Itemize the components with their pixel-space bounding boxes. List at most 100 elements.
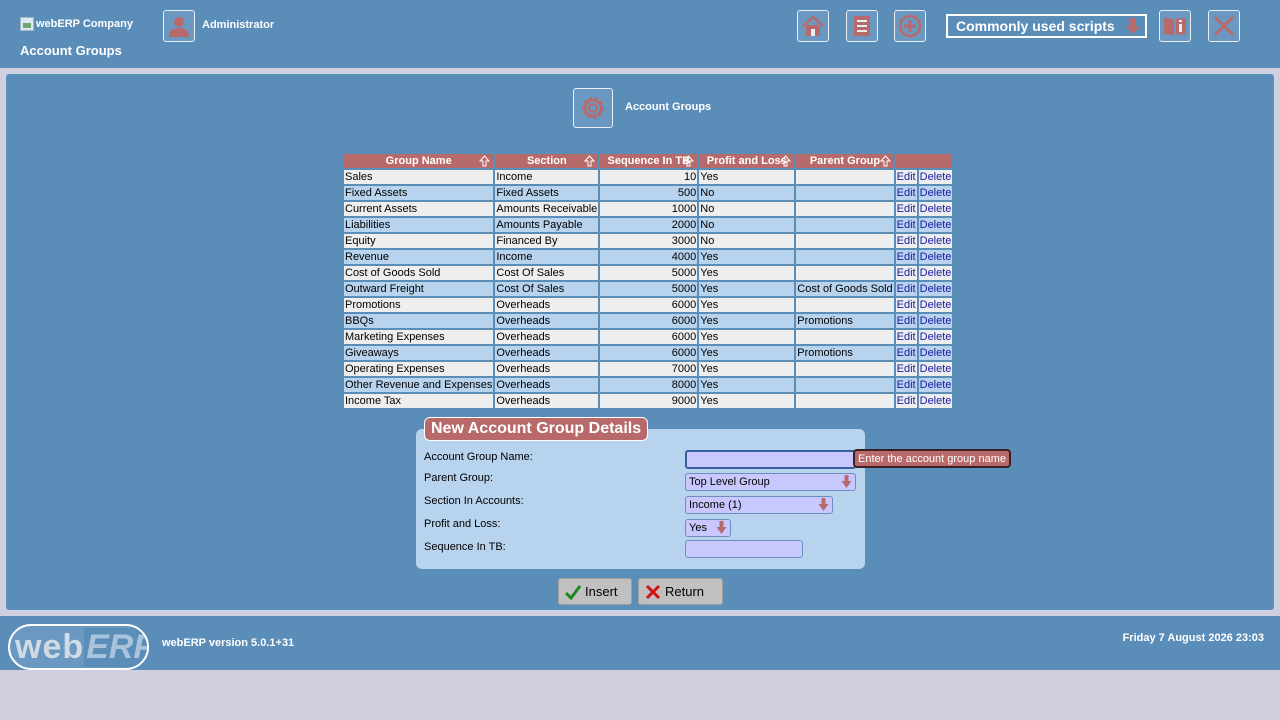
document-list-icon xyxy=(854,16,870,36)
edit-link[interactable]: Edit xyxy=(897,299,916,311)
cell-delete: Delete xyxy=(918,314,953,328)
delete-link[interactable]: Delete xyxy=(920,299,952,311)
cell-sequence: 6000 xyxy=(600,298,698,312)
column-header-profit-loss[interactable]: Profit and Loss xyxy=(699,154,795,168)
column-header-parent-group[interactable]: Parent Group xyxy=(796,154,894,168)
cell-edit: Edit xyxy=(895,234,917,248)
cell-section: Overheads xyxy=(495,346,599,360)
cell-parent-group xyxy=(796,250,894,264)
cell-parent-group xyxy=(796,378,894,392)
delete-link[interactable]: Delete xyxy=(920,379,952,391)
edit-link[interactable]: Edit xyxy=(897,331,916,343)
cell-delete: Delete xyxy=(918,234,953,248)
edit-link[interactable]: Edit xyxy=(897,379,916,391)
edit-link[interactable]: Edit xyxy=(897,315,916,327)
column-header-sequence[interactable]: Sequence In TB xyxy=(600,154,698,168)
delete-link[interactable]: Delete xyxy=(920,283,952,295)
account-groups-table: Group Name Section Sequence In TB Profit… xyxy=(342,152,954,410)
delete-link[interactable]: Delete xyxy=(920,251,952,263)
delete-link[interactable]: Delete xyxy=(920,315,952,327)
edit-link[interactable]: Edit xyxy=(897,235,916,247)
cell-parent-group xyxy=(796,218,894,232)
return-button-label: Return xyxy=(665,584,705,599)
version-text: webERP version 5.0.1+31 xyxy=(162,637,295,649)
cell-section: Cost Of Sales xyxy=(495,266,599,280)
sequence-in-tb-input[interactable] xyxy=(685,540,803,558)
edit-link[interactable]: Edit xyxy=(897,363,916,375)
user-icon xyxy=(169,17,189,37)
cell-edit: Edit xyxy=(895,298,917,312)
user-button[interactable] xyxy=(163,10,195,42)
delete-link[interactable]: Delete xyxy=(920,267,952,279)
delete-link[interactable]: Delete xyxy=(920,331,952,343)
sequence-in-tb-label: Sequence In TB: xyxy=(424,541,506,553)
home-button[interactable] xyxy=(797,10,829,42)
edit-link[interactable]: Edit xyxy=(897,267,916,279)
delete-link[interactable]: Delete xyxy=(920,203,952,215)
delete-link[interactable]: Delete xyxy=(920,235,952,247)
cell-edit: Edit xyxy=(895,346,917,360)
logo-text-web: web xyxy=(15,627,85,666)
main-menu-button[interactable] xyxy=(846,10,878,42)
parent-group-value: Top Level Group xyxy=(689,476,770,488)
table-row: Current Assets Amounts Receivable 1000 No Ed… xyxy=(344,202,953,216)
column-header-section[interactable]: Section xyxy=(495,154,599,168)
column-header-group-name[interactable]: Group Name xyxy=(344,154,494,168)
cell-group-name: Other Revenue and Expenses xyxy=(344,378,494,392)
cell-profit-loss: Yes xyxy=(699,250,795,264)
section-in-accounts-select[interactable]: Income (1) xyxy=(685,496,833,514)
cell-delete: Delete xyxy=(918,330,953,344)
cell-parent-group xyxy=(796,266,894,280)
form-legend: New Account Group Details xyxy=(424,417,649,441)
delete-link[interactable]: Delete xyxy=(920,187,952,199)
delete-link[interactable]: Delete xyxy=(920,395,952,407)
return-button[interactable]: Return xyxy=(638,578,723,605)
profit-and-loss-label: Profit and Loss: xyxy=(424,518,501,530)
add-button[interactable] xyxy=(894,10,926,42)
cell-profit-loss: Yes xyxy=(699,330,795,344)
commonly-used-scripts-select[interactable]: Commonly used scripts xyxy=(946,14,1147,38)
plus-circle-icon xyxy=(898,14,922,38)
cell-group-name: Cost of Goods Sold xyxy=(344,266,494,280)
account-group-name-input[interactable] xyxy=(685,450,856,469)
delete-link[interactable]: Delete xyxy=(920,219,952,231)
table-row: Sales Income 10 Yes Edit Delete xyxy=(344,170,953,184)
checkmark-icon xyxy=(565,584,581,600)
edit-link[interactable]: Edit xyxy=(897,395,916,407)
cell-section: Overheads xyxy=(495,362,599,376)
edit-link[interactable]: Edit xyxy=(897,171,916,183)
edit-link[interactable]: Edit xyxy=(897,187,916,199)
edit-link[interactable]: Edit xyxy=(897,251,916,263)
cell-group-name: Sales xyxy=(344,170,494,184)
profit-and-loss-value: Yes xyxy=(689,522,707,534)
cell-profit-loss: No xyxy=(699,218,795,232)
edit-link[interactable]: Edit xyxy=(897,219,916,231)
sort-arrow-icon xyxy=(683,155,695,167)
cell-sequence: 6000 xyxy=(600,314,698,328)
edit-link[interactable]: Edit xyxy=(897,283,916,295)
cell-section: Fixed Assets xyxy=(495,186,599,200)
edit-link[interactable]: Edit xyxy=(897,347,916,359)
table-row: Liabilities Amounts Payable 2000 No Edit Dele… xyxy=(344,218,953,232)
table-row: Giveaways Overheads 6000 Yes Promotions Edit D… xyxy=(344,346,953,360)
delete-link[interactable]: Delete xyxy=(920,171,952,183)
section-in-accounts-value: Income (1) xyxy=(689,499,742,511)
cell-parent-group xyxy=(796,234,894,248)
cell-group-name: Marketing Expenses xyxy=(344,330,494,344)
insert-button[interactable]: Insert xyxy=(558,578,632,605)
parent-group-select[interactable]: Top Level Group xyxy=(685,473,856,491)
logout-button[interactable] xyxy=(1208,10,1240,42)
delete-link[interactable]: Delete xyxy=(920,347,952,359)
cell-parent-group xyxy=(796,394,894,408)
home-icon xyxy=(802,15,824,36)
cell-section: Overheads xyxy=(495,330,599,344)
header-bar: webERP Company Account Groups Administra… xyxy=(0,0,1280,68)
profit-and-loss-select[interactable]: Yes xyxy=(685,519,731,537)
edit-link[interactable]: Edit xyxy=(897,203,916,215)
delete-link[interactable]: Delete xyxy=(920,363,952,375)
cell-sequence: 4000 xyxy=(600,250,698,264)
manual-button[interactable] xyxy=(1159,10,1191,42)
table-row: Outward Freight Cost Of Sales 5000 Yes Cost … xyxy=(344,282,953,296)
user-name[interactable]: Administrator xyxy=(202,19,274,31)
cell-parent-group xyxy=(796,202,894,216)
